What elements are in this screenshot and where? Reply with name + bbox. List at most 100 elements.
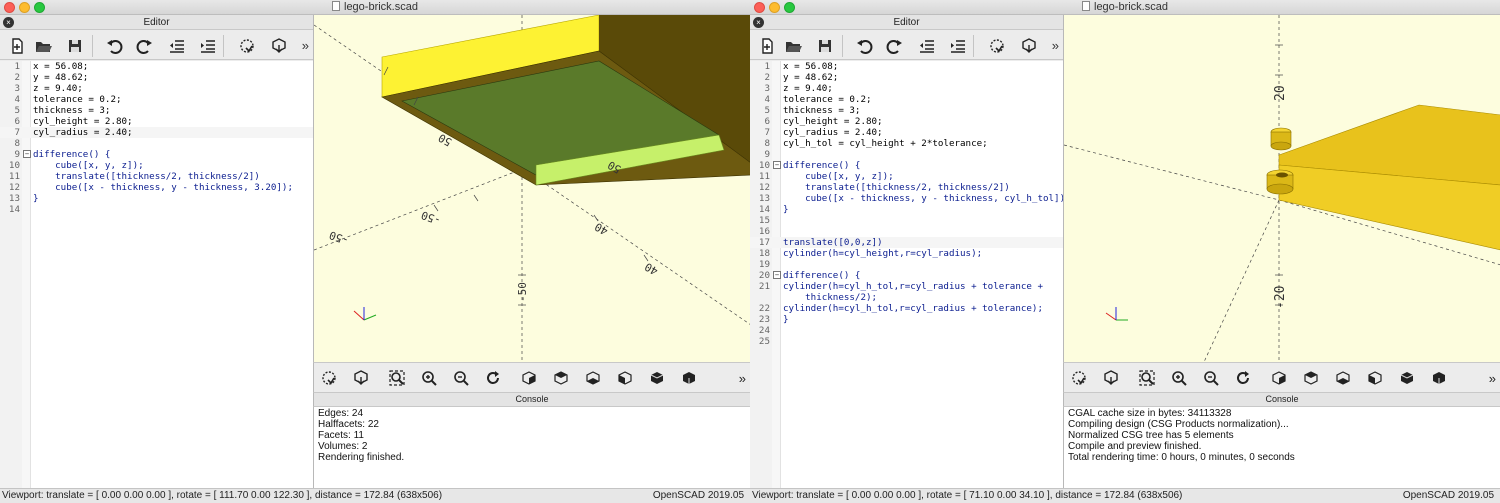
unindent-button[interactable] xyxy=(166,35,188,57)
code-line[interactable]: 17 translate([0,0,z]) xyxy=(750,237,1063,248)
reset-view-button[interactable] xyxy=(482,367,504,389)
fold-toggle-icon[interactable]: − xyxy=(23,150,31,158)
render-button[interactable] xyxy=(350,367,372,389)
toolbar-overflow-button[interactable]: » xyxy=(302,38,309,53)
code-line[interactable]: thickness/2); xyxy=(750,292,1063,303)
code-line[interactable]: 10− difference() { xyxy=(750,160,1063,171)
version-label: OpenSCAD 2019.05 xyxy=(652,490,744,501)
new-file-button[interactable] xyxy=(756,35,778,57)
code-line[interactable]: 6 cyl_height = 2.80; xyxy=(750,116,1063,127)
redo-button[interactable] xyxy=(884,35,906,57)
code-line[interactable]: 4 tolerance = 0.2; xyxy=(750,94,1063,105)
fold-toggle-icon[interactable]: − xyxy=(773,271,781,279)
title-bar[interactable]: lego-brick.scad xyxy=(0,0,750,15)
indent-button[interactable] xyxy=(947,35,969,57)
code-line[interactable]: 9− difference() { xyxy=(0,149,313,160)
code-line[interactable]: 7 cyl_radius = 2.40; xyxy=(750,127,1063,138)
zoom-out-button[interactable] xyxy=(450,367,472,389)
code-editor[interactable]: 1 x = 56.08; 2 y = 48.62; 3 z = 9.40; 4 toleran… xyxy=(750,61,1071,488)
3d-viewport[interactable]: 20 -20 xyxy=(1063,15,1500,362)
code-line[interactable]: 6 cyl_height = 2.80; xyxy=(0,116,313,127)
render-button[interactable] xyxy=(268,35,290,57)
view-front-button[interactable] xyxy=(646,367,668,389)
save-button[interactable] xyxy=(64,35,86,57)
undo-button[interactable] xyxy=(853,35,875,57)
zoom-out-button[interactable] xyxy=(1200,367,1222,389)
code-line[interactable]: 19 xyxy=(750,259,1063,270)
code-line[interactable]: 8 xyxy=(0,138,313,149)
code-line[interactable]: 18 cylinder(h=cyl_height,r=cyl_radius); xyxy=(750,248,1063,259)
view-right-button[interactable] xyxy=(1268,367,1290,389)
new-file-button[interactable] xyxy=(6,35,28,57)
code-line[interactable]: 12 cube([x - thickness, y - thickness, 3… xyxy=(0,182,313,193)
close-editor-icon[interactable]: × xyxy=(753,17,764,28)
redo-button[interactable] xyxy=(134,35,156,57)
view-back-button[interactable] xyxy=(678,367,700,389)
view-bottom-button[interactable] xyxy=(582,367,604,389)
code-line[interactable]: 11 cube([x, y, z]); xyxy=(750,171,1063,182)
zoom-in-icon xyxy=(422,371,437,386)
preview-button[interactable] xyxy=(236,35,258,57)
code-line[interactable]: 11 translate([thickness/2, thickness/2]) xyxy=(0,171,313,182)
code-editor[interactable]: 1 x = 56.08; 2 y = 48.62; 3 z = 9.40; 4 toleran… xyxy=(0,61,313,488)
code-line[interactable]: 1 x = 56.08; xyxy=(750,61,1063,72)
code-line[interactable]: 14} xyxy=(750,204,1063,215)
3d-viewport[interactable]: 50 50 -50 -50 40 40 -50 xyxy=(313,15,750,362)
code-line[interactable]: 5 thickness = 3; xyxy=(0,105,313,116)
code-line[interactable]: 13 cube([x - thickness, y - thickness, c… xyxy=(750,193,1071,204)
code-line[interactable]: 14 xyxy=(0,204,313,215)
axis-label: -50 xyxy=(327,228,350,247)
code-line[interactable]: 16 xyxy=(750,226,1063,237)
fold-toggle-icon[interactable]: − xyxy=(773,161,781,169)
view-front-button[interactable] xyxy=(1396,367,1418,389)
title-bar[interactable]: lego-brick.scad xyxy=(750,0,1500,15)
view-top-button[interactable] xyxy=(1300,367,1322,389)
view-bottom-button[interactable] xyxy=(1332,367,1354,389)
view-left-button[interactable] xyxy=(1364,367,1386,389)
code-line[interactable]: 5 thickness = 3; xyxy=(750,105,1063,116)
code-line[interactable]: 2 y = 48.62; xyxy=(0,72,313,83)
zoom-all-button[interactable] xyxy=(386,367,408,389)
close-editor-icon[interactable]: × xyxy=(3,17,14,28)
view-top-button[interactable] xyxy=(550,367,572,389)
code-line[interactable]: 9 xyxy=(750,149,1063,160)
indent-button[interactable] xyxy=(197,35,219,57)
code-line[interactable]: 20− difference() { xyxy=(750,270,1063,281)
code-line[interactable]: 3 z = 9.40; xyxy=(0,83,313,94)
code-line[interactable]: 12 translate([thickness/2, thickness/2]) xyxy=(750,182,1063,193)
code-line[interactable]: 10 cube([x, y, z]); xyxy=(0,160,313,171)
zoom-all-button[interactable] xyxy=(1136,367,1158,389)
code-line[interactable]: 7 cyl_radius = 2.40; xyxy=(0,127,313,138)
code-line[interactable]: 13} xyxy=(0,193,313,204)
render-button[interactable] xyxy=(1018,35,1040,57)
open-folder-button[interactable] xyxy=(32,35,54,57)
view-back-button[interactable] xyxy=(1428,367,1450,389)
code-line[interactable]: 24 xyxy=(750,325,1063,336)
zoom-in-button[interactable] xyxy=(1168,367,1190,389)
reset-view-button[interactable] xyxy=(1232,367,1254,389)
view-right-button[interactable] xyxy=(518,367,540,389)
code-line[interactable]: 3 z = 9.40; xyxy=(750,83,1063,94)
preview-button[interactable] xyxy=(986,35,1008,57)
preview-button[interactable] xyxy=(1068,367,1090,389)
save-button[interactable] xyxy=(814,35,836,57)
unindent-button[interactable] xyxy=(916,35,938,57)
render-button[interactable] xyxy=(1100,367,1122,389)
code-line[interactable]: 23} xyxy=(750,314,1063,325)
open-folder-button[interactable] xyxy=(782,35,804,57)
zoom-in-button[interactable] xyxy=(418,367,440,389)
undo-button[interactable] xyxy=(103,35,125,57)
code-line[interactable]: 2 y = 48.62; xyxy=(750,72,1063,83)
preview-button[interactable] xyxy=(318,367,340,389)
code-line[interactable]: 25 xyxy=(750,336,1063,347)
code-line[interactable]: 15 xyxy=(750,215,1063,226)
code-line[interactable]: 1 x = 56.08; xyxy=(0,61,313,72)
code-line[interactable]: 8 cyl_h_tol = cyl_height + 2*tolerance; xyxy=(750,138,1063,149)
code-line[interactable]: 4 tolerance = 0.2; xyxy=(0,94,313,105)
toolbar-overflow-button[interactable]: » xyxy=(1052,38,1059,53)
toolbar-overflow-button[interactable]: » xyxy=(739,371,746,386)
view-left-button[interactable] xyxy=(614,367,636,389)
code-line[interactable]: 21 cylinder(h=cyl_h_tol,r=cyl_radius + to… xyxy=(750,281,1063,292)
toolbar-overflow-button[interactable]: » xyxy=(1489,371,1496,386)
code-line[interactable]: 22 cylinder(h=cyl_h_tol,r=cyl_radius + to… xyxy=(750,303,1063,314)
